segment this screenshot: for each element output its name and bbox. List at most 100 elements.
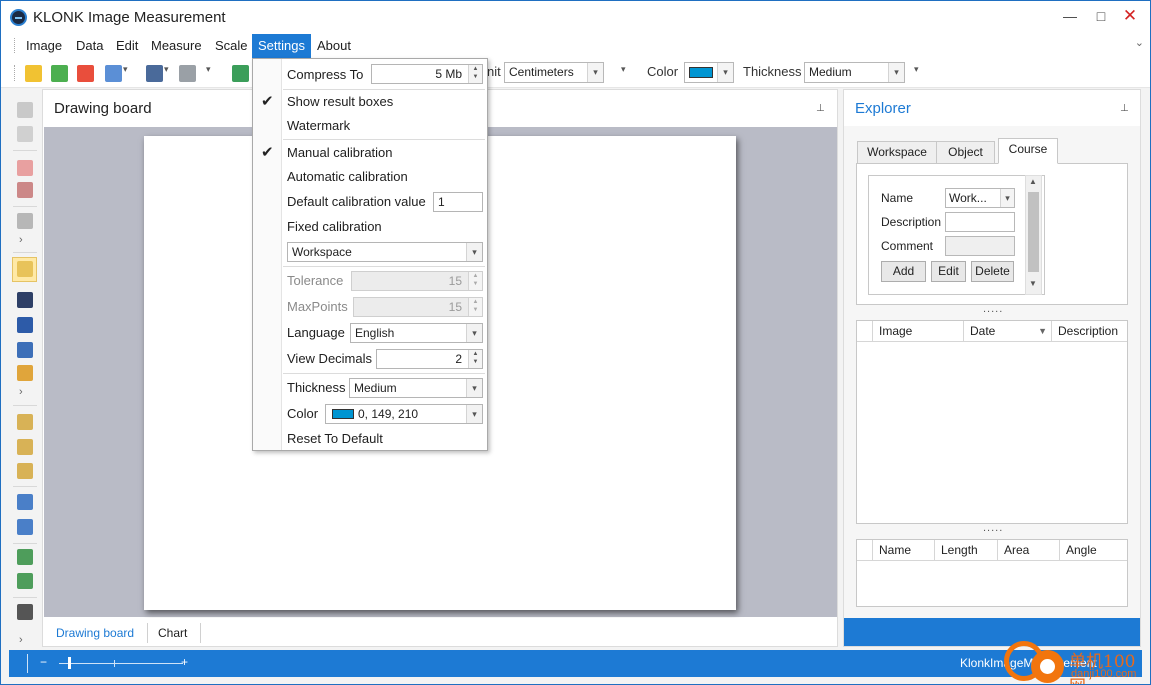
zoom-in-button[interactable]: +	[181, 655, 188, 669]
spin-buttons-icon[interactable]: ▲ ▼	[468, 65, 482, 83]
splitter-handle[interactable]: .....	[983, 522, 1003, 534]
tolerance-label: Tolerance	[287, 273, 344, 288]
unit-select[interactable]: Centimeters ▾	[504, 62, 604, 83]
language-select[interactable]: English ▾	[350, 323, 483, 343]
menu-data[interactable]: Data	[70, 34, 109, 58]
angle-tool-icon[interactable]	[17, 342, 33, 358]
column-name[interactable]: Name	[873, 540, 935, 560]
maximize-button[interactable]: □	[1087, 5, 1115, 29]
comment-field[interactable]	[945, 236, 1015, 256]
add-button[interactable]: Add	[881, 261, 926, 282]
chevron-right-icon[interactable]: ›	[19, 634, 23, 646]
column-angle[interactable]: Angle	[1060, 540, 1128, 560]
tab-chart[interactable]: Chart	[158, 626, 187, 640]
description-field[interactable]	[945, 212, 1015, 232]
course-form: Name Work... ▾ Description Comment Add E…	[868, 175, 1045, 295]
pin-icon[interactable]: ⊥	[1120, 103, 1129, 114]
menu-fixed-calibration[interactable]: Fixed calibration	[287, 219, 382, 234]
export-caret-icon[interactable]: ▾	[123, 64, 128, 75]
menu-automatic-calibration[interactable]: Automatic calibration	[287, 169, 408, 184]
menu-watermark[interactable]: Watermark	[287, 118, 350, 133]
zoom-slider-thumb[interactable]	[68, 657, 71, 669]
thickness-menu-select[interactable]: Medium ▾	[349, 378, 483, 398]
menu-image[interactable]: Image	[20, 34, 68, 58]
zoom-in-icon[interactable]	[17, 414, 33, 430]
name-select[interactable]: Work... ▾	[945, 188, 1015, 208]
scroll-thumb[interactable]	[1028, 192, 1039, 272]
menu-measure[interactable]: Measure	[145, 34, 208, 58]
image-grid-header: Image Date ▼ Description	[857, 321, 1127, 342]
column-length[interactable]: Length	[935, 540, 998, 560]
save-caret-icon[interactable]: ▾	[164, 64, 169, 75]
chevron-right-icon[interactable]: ›	[19, 386, 23, 398]
color-menu-select[interactable]: 0, 149, 210 ▾	[325, 404, 483, 424]
remove-object-icon[interactable]	[17, 160, 33, 176]
zoom-fit-icon[interactable]	[17, 463, 33, 479]
zoom-out-icon[interactable]	[17, 439, 33, 455]
thickness-select[interactable]: Medium ▾	[804, 62, 905, 83]
default-calibration-input[interactable]: 1	[433, 192, 483, 212]
copy-icon[interactable]	[17, 102, 33, 118]
menu-settings[interactable]: Settings	[252, 34, 311, 58]
add-image-icon[interactable]	[51, 65, 68, 82]
zoom-out-button[interactable]: −	[40, 655, 47, 669]
menu-edit[interactable]: Edit	[110, 34, 144, 58]
crop-icon[interactable]	[17, 519, 33, 535]
pin-icon[interactable]: ⊥	[816, 103, 825, 114]
main-toolbar: ▾ ▾ ▾ nit Centimeters ▾ ▾ Color ▾ Thickn…	[1, 58, 1150, 88]
menu-show-result-boxes[interactable]: Show result boxes	[287, 94, 393, 109]
filter-icon[interactable]	[17, 604, 33, 620]
course-scrollbar[interactable]: ▲ ▼	[1025, 175, 1042, 295]
menu-reset-to-default[interactable]: Reset To Default	[287, 431, 383, 446]
chevron-down-icon: ▾	[1000, 189, 1014, 207]
spin-buttons-icon: ▲ ▼	[468, 272, 482, 290]
undo-icon[interactable]	[17, 549, 33, 565]
minimize-button[interactable]: —	[1056, 5, 1084, 29]
delete-image-icon[interactable]	[179, 65, 196, 82]
scroll-up-icon[interactable]: ▲	[1029, 177, 1037, 186]
column-image[interactable]: Image	[873, 321, 964, 341]
menu-scale[interactable]: Scale	[209, 34, 254, 58]
color-select[interactable]: ▾	[684, 62, 734, 83]
export-icon[interactable]	[105, 65, 122, 82]
column-description[interactable]: Description	[1052, 321, 1128, 341]
zoom-slider-track[interactable]	[59, 663, 183, 664]
fixed-calibration-select[interactable]: Workspace ▾	[287, 242, 483, 262]
select-tool-icon[interactable]	[17, 261, 33, 277]
fit-window-icon[interactable]	[17, 494, 33, 510]
polygon-tool-icon[interactable]	[17, 317, 33, 333]
save-icon[interactable]	[146, 65, 163, 82]
tab-course[interactable]: Course	[998, 138, 1058, 164]
compress-to-input[interactable]: 5 Mb ▲ ▼	[371, 64, 483, 84]
paste-icon[interactable]	[17, 126, 33, 142]
menu-manual-calibration[interactable]: Manual calibration	[287, 145, 393, 160]
default-calibration-label: Default calibration value	[287, 194, 426, 209]
magic-wand-icon[interactable]	[25, 65, 42, 82]
tab-drawing-board[interactable]: Drawing board	[56, 626, 134, 640]
remove-all-icon[interactable]	[17, 182, 33, 198]
scroll-down-icon[interactable]: ▼	[1029, 279, 1037, 288]
toolbar-overflow-icon-2[interactable]: ▾	[914, 64, 919, 75]
column-area[interactable]: Area	[998, 540, 1060, 560]
tab-workspace[interactable]: Workspace	[857, 141, 937, 164]
tab-object[interactable]: Object	[936, 141, 995, 164]
column-date[interactable]: Date ▼	[964, 321, 1052, 341]
open-image-icon[interactable]	[77, 65, 94, 82]
toolbar-overflow-icon[interactable]: ▾	[621, 64, 626, 75]
line-tool-icon[interactable]	[17, 213, 33, 229]
delete-button[interactable]: Delete	[971, 261, 1014, 282]
rectangle-tool-icon[interactable]	[17, 292, 33, 308]
menu-about[interactable]: About	[311, 34, 357, 58]
watermark-url: danji100.com	[1071, 668, 1137, 680]
view-decimals-input[interactable]: 2 ▲ ▼	[376, 349, 483, 369]
import-icon[interactable]	[232, 65, 249, 82]
splitter-handle[interactable]: .....	[983, 303, 1003, 315]
close-button[interactable]: ✕	[1116, 5, 1144, 29]
delete-caret-icon[interactable]: ▾	[206, 64, 211, 75]
redo-icon[interactable]	[17, 573, 33, 589]
spin-buttons-icon[interactable]: ▲ ▼	[468, 350, 482, 368]
edit-button[interactable]: Edit	[931, 261, 966, 282]
chevron-right-icon[interactable]: ›	[19, 234, 23, 246]
chevron-down-icon[interactable]: ⌄	[1135, 36, 1144, 49]
auto-measure-icon[interactable]	[17, 365, 33, 381]
